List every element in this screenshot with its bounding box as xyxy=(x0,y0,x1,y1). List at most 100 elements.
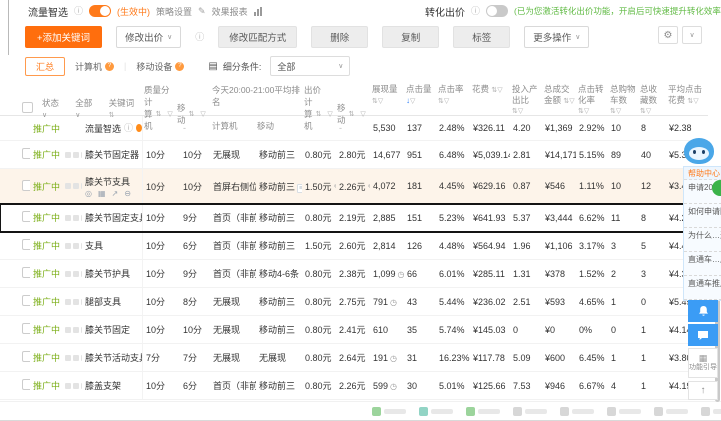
cell-bid_mb: 2.26元✎ xyxy=(336,180,370,193)
back-to-top-button[interactable]: ↑ xyxy=(688,381,718,400)
view-icon[interactable]: ◎ xyxy=(85,189,92,198)
device-dot-icon xyxy=(65,242,71,249)
row-checkbox[interactable] xyxy=(22,379,30,390)
person-teal-icon[interactable] xyxy=(419,407,453,416)
cell-value: ¥14,171 xyxy=(545,149,576,160)
cell-impr: 14,677 xyxy=(370,150,404,160)
app-gray-icon[interactable] xyxy=(513,407,547,416)
row-checkbox[interactable] xyxy=(22,239,30,250)
chat-bubble-icon xyxy=(698,330,708,340)
cell-impr: 191 ◷ xyxy=(370,353,404,363)
collapse-chevron-icon[interactable]: ∨ xyxy=(682,26,702,44)
chat-button[interactable] xyxy=(688,324,718,346)
cell-value: 0.80元 xyxy=(305,381,332,391)
cell-cart: 0 xyxy=(608,325,638,335)
row-checkbox[interactable] xyxy=(22,295,30,306)
cell-cvr: 4.65% xyxy=(576,297,608,307)
row-checkbox[interactable] xyxy=(22,351,30,362)
select-all-checkbox[interactable] xyxy=(22,102,33,113)
cell-value: ¥378 xyxy=(545,268,566,279)
tag-button[interactable]: 标签 xyxy=(453,26,511,48)
bar-chart-icon[interactable] xyxy=(253,6,262,16)
cell-bid_pc: 1.50元✎ xyxy=(302,180,336,193)
faq-item[interactable]: 直通车推广计划? xyxy=(684,276,721,300)
cell-value: 0.80元 xyxy=(305,150,332,160)
cell-q_mb: - xyxy=(180,123,210,133)
cell-fav: 8 xyxy=(638,123,666,133)
cell-cart: 3 xyxy=(608,241,638,251)
cell-value: - xyxy=(305,123,308,133)
faq-item[interactable]: 为什么…过日期数… xyxy=(684,228,721,252)
convert-bid-toggle[interactable] xyxy=(486,5,509,17)
status-badge: 推广中 xyxy=(33,181,61,192)
row-checkbox[interactable] xyxy=(22,323,30,334)
cell-cart: 89 xyxy=(608,150,638,160)
cell-cvr: 6.67% xyxy=(576,381,608,391)
app-gray-icon[interactable] xyxy=(701,407,721,416)
trend-icon[interactable]: ↗ xyxy=(112,189,119,198)
cell-dots xyxy=(62,241,82,251)
tab-summary[interactable]: 汇总 xyxy=(25,56,66,76)
segment-select[interactable]: 全部 ∨ xyxy=(270,56,351,76)
cell-value: 151 xyxy=(407,212,423,223)
cell-value: 10分 xyxy=(146,241,166,251)
app-gray-icon[interactable] xyxy=(607,407,641,416)
edit-pencil-icon[interactable]: ✎ xyxy=(198,6,206,17)
faq-item[interactable]: 如何申请图片功能… xyxy=(684,204,721,228)
faq-item[interactable]: 直通车…厂… xyxy=(684,252,721,276)
helper-mascot-icon[interactable] xyxy=(684,138,716,168)
strategy-settings-link[interactable]: 策略设置 xyxy=(156,5,192,18)
cell-value: 791 xyxy=(373,296,389,307)
table-row: 推广中 膝关节护具 10分 9分 首页（非前三）移动4-6条 0.80元 2.38元 1,09… xyxy=(0,260,708,288)
cell-value: ¥2.38 xyxy=(669,123,692,133)
more-actions-button[interactable]: 更多操作 ∨ xyxy=(524,26,590,48)
row-checkbox[interactable] xyxy=(22,267,30,278)
remove-icon[interactable]: ⊖ xyxy=(124,189,131,198)
status-badge: 推广中 xyxy=(33,241,61,251)
cell-rank_pc: 首屏右侧位置≡ xyxy=(210,180,256,193)
app-gray-icon[interactable] xyxy=(654,407,688,416)
device-dot-icon xyxy=(65,298,71,305)
segment-label: 细分条件: xyxy=(222,61,262,72)
cell-value: 7分 xyxy=(183,353,198,363)
share-green-icon[interactable] xyxy=(372,407,406,416)
tab-mobile[interactable]: 移动设备? xyxy=(126,60,194,73)
cell-cb xyxy=(0,267,30,280)
cell-value: ¥3,444 xyxy=(545,212,573,223)
status-badge: 推广中 xyxy=(33,123,61,134)
tab-pc[interactable]: 计算机? xyxy=(65,60,124,73)
cell-gmv: ¥593 xyxy=(542,297,576,307)
chart-icon[interactable]: ▦ xyxy=(98,189,106,198)
modify-bid-button[interactable]: 修改出价 ∨ xyxy=(116,26,182,48)
clean-green-icon[interactable] xyxy=(466,407,500,416)
cell-keyword: 膝关节支具 ◎ ▦ ↗ ⊖ xyxy=(82,175,142,198)
cell-rank_pc: 无展现 xyxy=(210,295,256,308)
row-checkbox[interactable] xyxy=(22,148,30,159)
feature-guide-button[interactable]: ▦ 功能引导 xyxy=(688,348,718,378)
bell-icon xyxy=(698,306,708,316)
faq-list: 申请20…如何申请图片功能…为什么…过日期数…直通车…厂…直通车推广计划? xyxy=(684,180,721,300)
modify-match-button[interactable]: 修改匹配方式 xyxy=(218,26,298,48)
cell-value: 0.80元 xyxy=(305,325,332,335)
cell-value: 5.44% xyxy=(439,296,465,307)
cell-gmv: ¥946 xyxy=(542,381,576,391)
copy-button[interactable]: 复制 xyxy=(382,26,440,48)
green-fab-button[interactable] xyxy=(712,180,721,196)
cell-value: - xyxy=(213,123,216,133)
column-settings-gear-icon[interactable]: ⚙ xyxy=(658,26,678,44)
cell-roi: 2.81 xyxy=(510,150,542,160)
cell-value: ¥600 xyxy=(545,352,566,363)
add-keyword-button[interactable]: +添加关键词 xyxy=(25,26,103,48)
cell-clicks: 66 xyxy=(404,269,436,279)
row-checkbox[interactable] xyxy=(22,179,30,191)
notification-bell-button[interactable] xyxy=(688,300,718,322)
delete-button[interactable]: 删除 xyxy=(311,26,369,48)
app-gray-icon[interactable] xyxy=(560,407,594,416)
report-link[interactable]: 效果报表 xyxy=(212,5,248,18)
flow-smart-select-toggle[interactable] xyxy=(89,5,112,17)
cell-cb xyxy=(0,179,30,193)
cell-value: ¥1,106 xyxy=(545,240,573,251)
cell-value: 0.80元 xyxy=(305,353,332,363)
row-checkbox[interactable] xyxy=(22,211,30,222)
table-row: 推广中 膝关节固定 10分 10分 无展现 移动前三 0.80元 2.41元 610 35 5.74… xyxy=(0,316,708,344)
